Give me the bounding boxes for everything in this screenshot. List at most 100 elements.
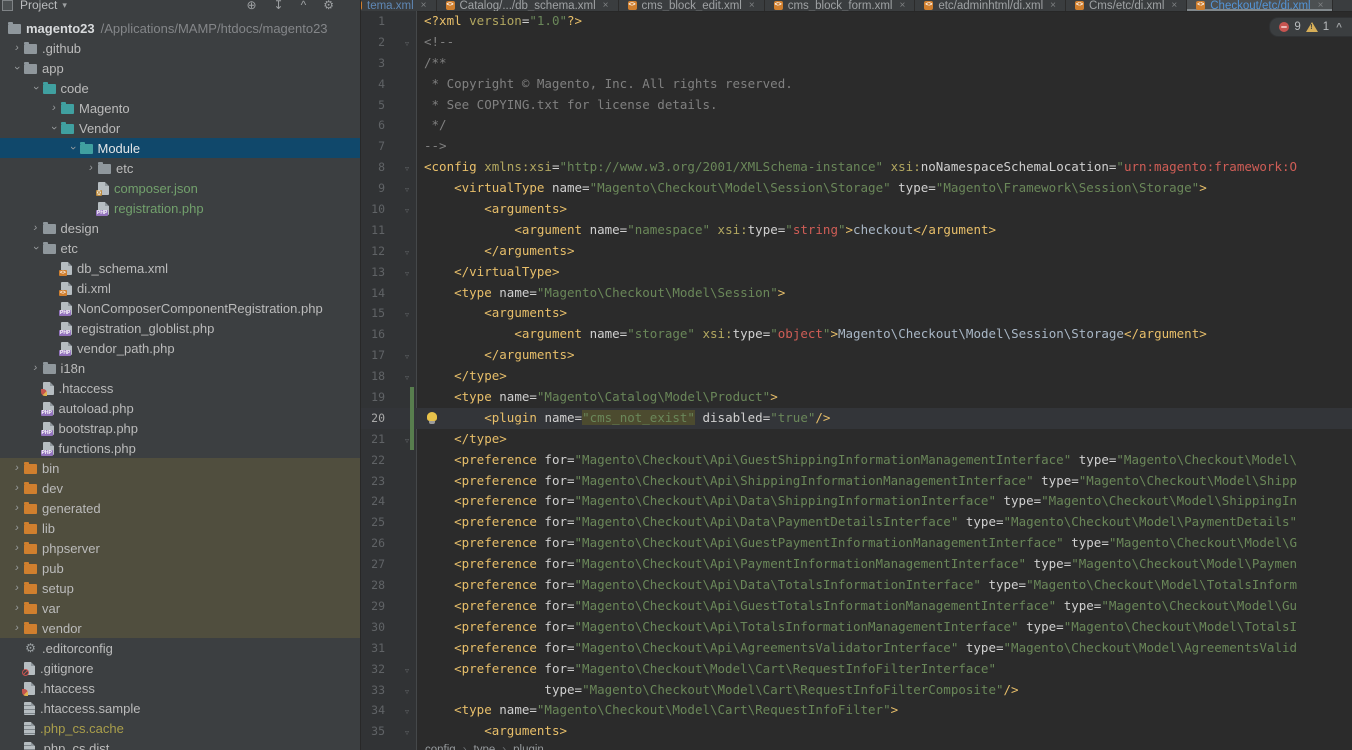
tab-catalog-db-schema-xml[interactable]: Catalog/.../db_schema.xml×: [437, 0, 619, 11]
tree-item-autoload-php[interactable]: PHPautoload.php: [0, 398, 360, 418]
collapse-all-icon[interactable]: ^: [301, 0, 307, 12]
tree-item-composer-json[interactable]: {}composer.json: [0, 178, 360, 198]
code-area[interactable]: 1<?xml version="1.0"?>2▿<!--3/**4 * Copy…: [361, 11, 1352, 742]
inspection-widget[interactable]: 9 1 ^: [1269, 17, 1352, 37]
tree-item--htaccess-sample[interactable]: .htaccess.sample: [0, 698, 360, 718]
breadcrumb-item-plugin[interactable]: plugin: [513, 743, 544, 750]
chevron-collapsed-icon[interactable]: ›: [84, 162, 98, 174]
fold-marker-icon[interactable]: ▿: [402, 159, 412, 180]
tree-item-etc[interactable]: ›etc: [0, 238, 360, 258]
tab-tema-xml[interactable]: tema.xml×: [361, 0, 437, 11]
inspection-chevron-icon[interactable]: ^: [1336, 22, 1342, 33]
fold-marker-icon[interactable]: ▿: [402, 723, 412, 744]
chevron-down-icon[interactable]: ▾: [62, 0, 67, 11]
chevron-collapsed-icon[interactable]: ›: [10, 462, 24, 474]
tree-item-etc[interactable]: ›etc: [0, 158, 360, 178]
chevron-expanded-icon[interactable]: ›: [10, 62, 24, 74]
project-tree[interactable]: magento23/Applications/MAMP/htdocs/magen…: [0, 18, 360, 750]
vcs-change-marker[interactable]: [410, 429, 414, 450]
tree-item-bin[interactable]: ›bin: [0, 458, 360, 478]
vcs-change-marker[interactable]: [410, 408, 414, 429]
folder-icon: [43, 244, 56, 254]
tab-cms-block-edit-xml[interactable]: cms_block_edit.xml×: [619, 0, 765, 11]
close-icon[interactable]: ×: [1171, 0, 1177, 11]
tree-item-vendor[interactable]: ›vendor: [0, 618, 360, 638]
tree-item-module[interactable]: ›Module: [0, 138, 360, 158]
chevron-collapsed-icon[interactable]: ›: [10, 582, 24, 594]
close-icon[interactable]: ×: [749, 0, 755, 11]
tree-item--gitignore[interactable]: .gitignore: [0, 658, 360, 678]
locate-target-icon[interactable]: ⊕: [246, 0, 256, 12]
chevron-collapsed-icon[interactable]: ›: [29, 222, 43, 234]
chevron-collapsed-icon[interactable]: ›: [10, 562, 24, 574]
close-icon[interactable]: ×: [603, 0, 609, 11]
tree-item-magento23[interactable]: magento23/Applications/MAMP/htdocs/magen…: [0, 18, 360, 38]
tree-item-design[interactable]: ›design: [0, 218, 360, 238]
chevron-collapsed-icon[interactable]: ›: [29, 362, 43, 374]
fold-marker-icon[interactable]: ▿: [402, 180, 412, 201]
chevron-collapsed-icon[interactable]: ›: [10, 602, 24, 614]
close-icon[interactable]: ×: [900, 0, 906, 11]
chevron-collapsed-icon[interactable]: ›: [47, 102, 61, 114]
tree-item-app[interactable]: ›app: [0, 58, 360, 78]
scroll-to-source-icon[interactable]: ↧: [274, 0, 284, 12]
tree-item-i18n[interactable]: ›i18n: [0, 358, 360, 378]
tree-item-di-xml[interactable]: <>di.xml: [0, 278, 360, 298]
tree-item-var[interactable]: ›var: [0, 598, 360, 618]
tab-cms-etc-di-xml[interactable]: Cms/etc/di.xml×: [1066, 0, 1187, 11]
close-icon[interactable]: ×: [1318, 0, 1324, 11]
tab-cms-block-form-xml[interactable]: cms_block_form.xml×: [765, 0, 916, 11]
tree-item-magento[interactable]: ›Magento: [0, 98, 360, 118]
fold-marker-icon[interactable]: ▿: [402, 682, 412, 703]
fold-marker-icon[interactable]: ▿: [402, 702, 412, 723]
tree-item-code[interactable]: ›code: [0, 78, 360, 98]
fold-marker-icon[interactable]: ▿: [402, 368, 412, 389]
chevron-collapsed-icon[interactable]: ›: [10, 42, 24, 54]
tab-etc-adminhtml-di-xml[interactable]: etc/adminhtml/di.xml×: [915, 0, 1066, 11]
fold-marker-icon[interactable]: ▿: [402, 34, 412, 55]
chevron-collapsed-icon[interactable]: ›: [10, 542, 24, 554]
vcs-change-marker[interactable]: [410, 387, 414, 408]
tree-item-db-schema-xml[interactable]: <>db_schema.xml: [0, 258, 360, 278]
chevron-expanded-icon[interactable]: ›: [29, 242, 43, 254]
tree-item-lib[interactable]: ›lib: [0, 518, 360, 538]
tree-item-registration-globlist-php[interactable]: PHPregistration_globlist.php: [0, 318, 360, 338]
tree-item-generated[interactable]: ›generated: [0, 498, 360, 518]
settings-gear-icon[interactable]: ⚙: [323, 0, 334, 12]
tree-item--htaccess[interactable]: .htaccess: [0, 678, 360, 698]
fold-marker-icon[interactable]: ▿: [402, 201, 412, 222]
close-icon[interactable]: ×: [421, 0, 427, 11]
tree-item-setup[interactable]: ›setup: [0, 578, 360, 598]
fold-marker-icon[interactable]: ▿: [402, 243, 412, 264]
chevron-collapsed-icon[interactable]: ›: [10, 482, 24, 494]
chevron-expanded-icon[interactable]: ›: [29, 82, 43, 94]
fold-marker-icon[interactable]: ▿: [402, 305, 412, 326]
chevron-expanded-icon[interactable]: ›: [47, 122, 61, 134]
tree-item-vendor-path-php[interactable]: PHPvendor_path.php: [0, 338, 360, 358]
fold-marker-icon[interactable]: ▿: [402, 347, 412, 368]
tree-item--htaccess[interactable]: .htaccess: [0, 378, 360, 398]
breadcrumb-item-config[interactable]: config: [425, 743, 456, 750]
fold-marker-icon[interactable]: ▿: [402, 264, 412, 285]
tree-item-vendor[interactable]: ›Vendor: [0, 118, 360, 138]
tree-item--editorconfig[interactable]: ⚙.editorconfig: [0, 638, 360, 658]
tab-checkout-etc-di-xml[interactable]: Checkout/etc/di.xml×: [1187, 0, 1333, 11]
tree-item--php-cs-dist[interactable]: .php_cs.dist: [0, 738, 360, 750]
tree-item-pub[interactable]: ›pub: [0, 558, 360, 578]
tree-item--github[interactable]: ›.github: [0, 38, 360, 58]
tree-item-noncomposercomponentregistration-php[interactable]: PHPNonComposerComponentRegistration.php: [0, 298, 360, 318]
tree-item-phpserver[interactable]: ›phpserver: [0, 538, 360, 558]
chevron-collapsed-icon[interactable]: ›: [10, 502, 24, 514]
tree-item-registration-php[interactable]: PHPregistration.php: [0, 198, 360, 218]
chevron-expanded-icon[interactable]: ›: [66, 142, 80, 154]
fold-marker-icon[interactable]: ▿: [402, 661, 412, 682]
tree-item-dev[interactable]: ›dev: [0, 478, 360, 498]
chevron-collapsed-icon[interactable]: ›: [10, 522, 24, 534]
tree-item--php-cs-cache[interactable]: .php_cs.cache: [0, 718, 360, 738]
editor-area[interactable]: tema.xml×Catalog/.../db_schema.xml×cms_b…: [361, 0, 1352, 750]
close-icon[interactable]: ×: [1050, 0, 1056, 11]
breadcrumb-item-type[interactable]: type: [474, 743, 496, 750]
tree-item-functions-php[interactable]: PHPfunctions.php: [0, 438, 360, 458]
chevron-collapsed-icon[interactable]: ›: [10, 622, 24, 634]
tree-item-bootstrap-php[interactable]: PHPbootstrap.php: [0, 418, 360, 438]
